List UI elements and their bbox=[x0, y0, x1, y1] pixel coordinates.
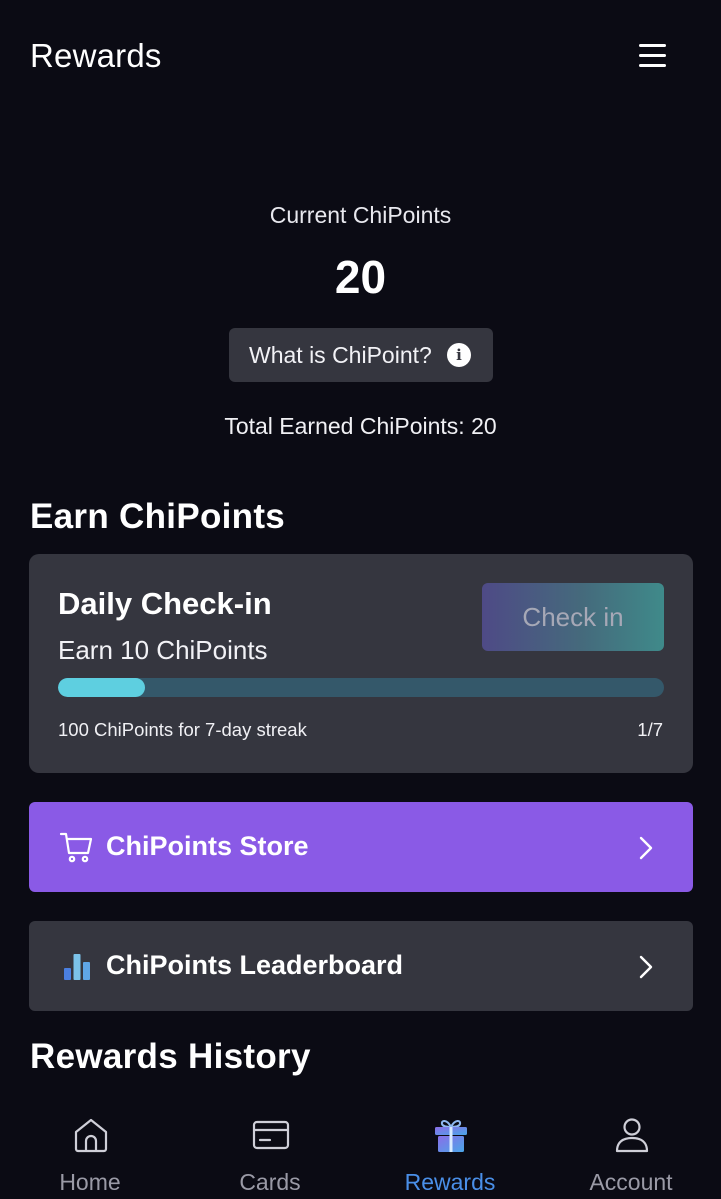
nav-cards[interactable]: Cards bbox=[180, 1098, 360, 1199]
total-earned-points: Total Earned ChiPoints: 20 bbox=[224, 413, 497, 439]
what-is-chipoint-button[interactable]: What is ChiPoint? i bbox=[229, 328, 493, 382]
nav-cards-label: Cards bbox=[239, 1169, 301, 1195]
nav-home-label: Home bbox=[59, 1169, 121, 1195]
chipoints-leaderboard-label: ChiPoints Leaderboard bbox=[106, 950, 404, 980]
streak-progress-fill bbox=[58, 678, 145, 697]
rewards-history-title: Rewards History bbox=[30, 1037, 311, 1076]
check-in-button[interactable]: Check in bbox=[482, 583, 664, 651]
chipoints-store-label: ChiPoints Store bbox=[106, 831, 309, 861]
checkin-title: Daily Check-in bbox=[58, 586, 272, 621]
bottom-navigation: Home Cards Rewards Account bbox=[0, 1098, 721, 1199]
chevron-right-icon bbox=[639, 836, 653, 860]
home-icon bbox=[74, 1118, 108, 1153]
chipoints-store-button[interactable]: ChiPoints Store bbox=[29, 802, 693, 892]
chipoints-leaderboard-button[interactable]: ChiPoints Leaderboard bbox=[29, 921, 693, 1011]
rewards-screen: Rewards Current ChiPoints 20 What is Chi… bbox=[0, 0, 721, 1199]
earn-section-title: Earn ChiPoints bbox=[30, 497, 286, 536]
hamburger-menu-icon[interactable] bbox=[628, 36, 676, 76]
gift-icon bbox=[435, 1120, 467, 1152]
nav-account-label: Account bbox=[589, 1169, 673, 1195]
what-is-chipoint-label: What is ChiPoint? bbox=[249, 342, 432, 368]
shopping-cart-icon bbox=[59, 832, 93, 863]
nav-rewards-label: Rewards bbox=[404, 1169, 496, 1195]
bar-chart-icon bbox=[64, 954, 90, 980]
nav-account[interactable]: Account bbox=[541, 1098, 721, 1199]
page-title: Rewards bbox=[30, 37, 162, 74]
nav-rewards[interactable]: Rewards bbox=[360, 1098, 540, 1199]
app-header: Rewards bbox=[0, 0, 721, 110]
streak-description: 100 ChiPoints for 7-day streak bbox=[58, 719, 307, 740]
checkin-subtitle: Earn 10 ChiPoints bbox=[58, 635, 268, 665]
daily-checkin-card: Daily Check-in Earn 10 ChiPoints Check i… bbox=[29, 554, 693, 773]
current-points-label: Current ChiPoints bbox=[269, 202, 452, 228]
nav-home[interactable]: Home bbox=[0, 1098, 180, 1199]
streak-count: 1/7 bbox=[637, 719, 663, 740]
user-icon bbox=[615, 1118, 649, 1153]
card-icon bbox=[252, 1120, 290, 1150]
chevron-right-icon bbox=[639, 955, 653, 979]
streak-progress-bar bbox=[58, 678, 664, 697]
current-points-value: 20 bbox=[334, 251, 387, 303]
info-icon: i bbox=[447, 343, 471, 367]
